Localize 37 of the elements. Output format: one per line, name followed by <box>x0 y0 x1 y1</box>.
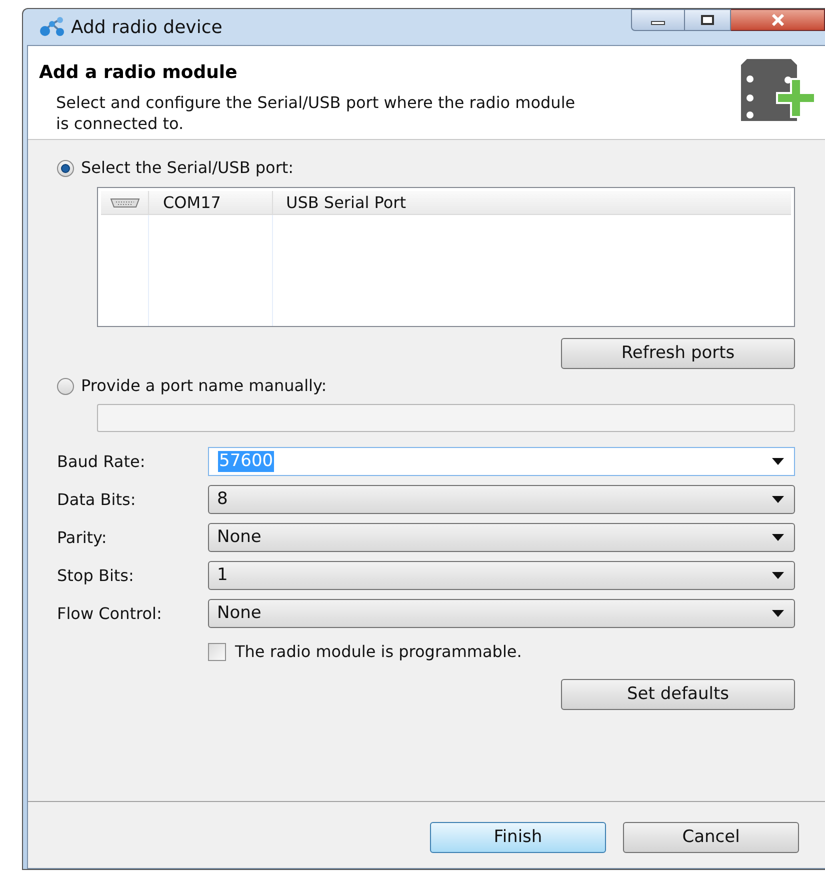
close-button[interactable] <box>731 9 825 31</box>
table-cell-text: USB Serial Port <box>285 192 406 214</box>
header-title: Add a radio module <box>39 61 238 85</box>
dropdown[interactable]: 1 <box>208 561 795 590</box>
close-icon <box>770 14 784 26</box>
caret-icon <box>772 610 784 617</box>
field-label: Data Bits: <box>57 488 137 510</box>
field-label: Baud Rate: <box>57 450 146 472</box>
caret-icon <box>772 572 784 579</box>
minimize-icon <box>651 21 665 25</box>
radio-label: Provide a port name manually: <box>81 375 327 397</box>
window-title: Add radio device <box>71 16 222 40</box>
table-cell: COM17 <box>149 191 273 214</box>
finish-button[interactable]: Finish <box>430 822 606 853</box>
dropdown[interactable]: None <box>208 523 795 552</box>
field-label: Stop Bits: <box>57 564 135 586</box>
minimize-button[interactable] <box>631 9 685 31</box>
checkbox[interactable] <box>208 643 226 661</box>
caret-icon <box>772 458 784 465</box>
field-label: Parity: <box>57 526 108 548</box>
dropdown[interactable]: None <box>208 599 795 628</box>
field-label: Flow Control: <box>57 602 163 624</box>
radio-button[interactable] <box>57 378 74 394</box>
radio-button[interactable] <box>57 160 74 176</box>
caret-icon <box>772 534 784 541</box>
checkbox-label: The radio module is programmable. <box>235 641 522 663</box>
maximize-icon <box>701 15 714 25</box>
cancel-button[interactable]: Cancel <box>623 822 799 853</box>
dropdown[interactable]: 8 <box>208 485 795 514</box>
serial-connector-icon <box>110 198 140 208</box>
set-defaults-button[interactable]: Set defaults <box>561 679 795 710</box>
radio-label: Select the Serial/USB port: <box>81 157 294 179</box>
maximize-button[interactable] <box>685 9 731 31</box>
network-nodes-icon <box>39 16 65 38</box>
refresh-ports-button[interactable]: Refresh ports <box>561 338 795 369</box>
caret-icon <box>772 496 784 503</box>
header-description: Select and configure the Serial/USB port where the radio module is connected to. <box>56 92 576 134</box>
